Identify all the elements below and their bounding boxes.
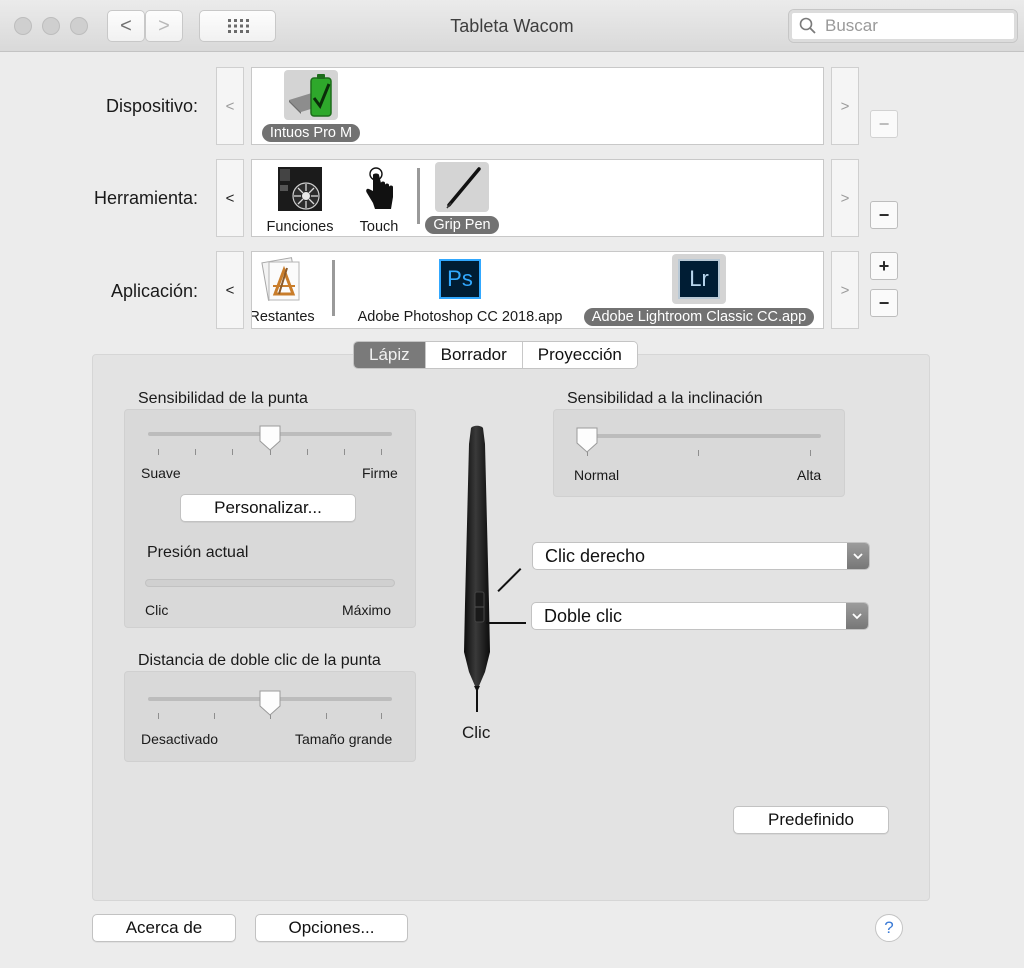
search-input[interactable]: [823, 15, 993, 37]
application-scroll-left-button[interactable]: <: [216, 251, 244, 329]
lower-button-value: Doble clic: [544, 605, 623, 626]
application-scroll-right-button[interactable]: >: [831, 251, 859, 329]
tip-leader: [476, 690, 478, 712]
all-apps-icon: [255, 254, 309, 304]
tool-item-grip-pen[interactable]: Grip Pen: [422, 162, 502, 234]
tilt-slider-thumb[interactable]: [576, 427, 598, 453]
grip-pen-illustration: [464, 425, 490, 692]
tab-borrador[interactable]: Borrador: [424, 342, 522, 368]
tool-item-label: Grip Pen: [425, 216, 499, 234]
pressure-min-label: Clic: [145, 602, 169, 618]
tilt-max-label: Alta: [797, 467, 822, 483]
remove-device-button[interactable]: −: [870, 110, 898, 138]
customize-button[interactable]: Personalizar...: [180, 494, 356, 522]
tool-item-label: Touch: [359, 219, 399, 235]
minus-icon: −: [878, 204, 890, 225]
application-item-label: Adobe Photoshop CC 2018.app: [357, 309, 563, 325]
tablet-battery-icon: [284, 70, 338, 120]
tip-feel-max-label: Firme: [362, 465, 398, 481]
tool-scroll-left-button[interactable]: <: [216, 159, 244, 237]
about-button[interactable]: Acerca de: [92, 914, 236, 942]
list-divider: [332, 260, 335, 316]
remove-tool-button[interactable]: −: [870, 201, 898, 229]
search-icon: [799, 17, 816, 34]
tilt-title: Sensibilidad a la inclinación: [567, 390, 763, 407]
application-list: Restantes Ps Adobe Photoshop CC 2018.app…: [251, 251, 824, 329]
chevron-right-icon: >: [840, 281, 850, 299]
tilt-min-label: Normal: [574, 467, 620, 483]
functions-icon: [273, 164, 327, 214]
remove-application-button[interactable]: −: [870, 289, 898, 317]
plus-icon: +: [878, 255, 890, 276]
default-button[interactable]: Predefinido: [733, 806, 889, 834]
tool-scroll-right-button[interactable]: >: [831, 159, 859, 237]
application-item-photoshop[interactable]: Ps Adobe Photoshop CC 2018.app: [340, 254, 580, 326]
minus-icon: −: [878, 292, 890, 313]
options-button[interactable]: Opciones...: [255, 914, 408, 942]
double-click-slider-thumb[interactable]: [259, 690, 281, 716]
application-item-label: Adobe Lightroom Classic CC.app: [583, 308, 815, 326]
lower-button-dropdown[interactable]: Doble clic: [531, 602, 869, 630]
device-label: Dispositivo:: [105, 96, 198, 116]
help-button[interactable]: ?: [875, 914, 903, 942]
device-item-label: Intuos Pro M: [261, 124, 361, 142]
photoshop-icon: Ps: [433, 254, 487, 304]
tool-list: Funciones Touch Grip Pen: [251, 159, 824, 237]
tab-bar: Lápiz Borrador Proyección: [353, 341, 638, 369]
add-application-button[interactable]: +: [870, 252, 898, 280]
lightroom-icon: Lr: [672, 254, 726, 304]
upper-button-value: Clic derecho: [545, 545, 646, 566]
tab-lapiz[interactable]: Lápiz: [354, 342, 425, 368]
tool-item-funciones[interactable]: Funciones: [260, 164, 340, 236]
pen-icon: [435, 162, 489, 212]
application-label: Aplicación:: [110, 281, 198, 301]
question-mark-icon: ?: [884, 918, 894, 937]
title-bar: < > Tableta Wacom: [0, 0, 1024, 52]
upper-button-dropdown[interactable]: Clic derecho: [532, 542, 870, 570]
device-item-intuos-pro-m[interactable]: Intuos Pro M: [256, 70, 366, 142]
list-divider: [417, 168, 420, 224]
chevron-left-icon: <: [225, 281, 235, 299]
tilt-group: [553, 409, 845, 497]
tip-label: Clic: [462, 723, 491, 742]
touch-hand-icon: [352, 164, 406, 214]
chevron-right-icon: >: [840, 189, 850, 207]
chevron-down-icon: [847, 543, 869, 569]
tool-item-label: Funciones: [266, 219, 334, 235]
tip-feel-title: Sensibilidad de la punta: [138, 390, 308, 407]
lower-button-leader: [486, 622, 526, 624]
tool-item-touch[interactable]: Touch: [348, 164, 410, 236]
tip-feel-min-label: Suave: [141, 465, 181, 481]
double-click-min-label: Desactivado: [141, 731, 219, 747]
double-click-max-label: Tamaño grande: [295, 731, 393, 747]
tab-proyeccion[interactable]: Proyección: [521, 342, 637, 368]
chevron-down-icon: [846, 603, 868, 629]
device-list: Intuos Pro M: [251, 67, 824, 145]
tilt-slider-track[interactable]: [577, 434, 821, 438]
minus-icon: −: [878, 113, 890, 134]
search-field[interactable]: [788, 9, 1018, 43]
current-pressure-title: Presión actual: [147, 544, 249, 561]
application-item-restantes[interactable]: Restantes: [251, 254, 328, 326]
application-item-label: Restantes: [251, 309, 315, 325]
chevron-right-icon: >: [840, 97, 850, 115]
double-click-title: Distancia de doble clic de la punta: [138, 652, 381, 669]
chevron-left-icon: <: [225, 189, 235, 207]
device-scroll-right-button[interactable]: >: [831, 67, 859, 145]
application-item-lightroom[interactable]: Lr Adobe Lightroom Classic CC.app: [574, 254, 823, 326]
tip-feel-slider-thumb[interactable]: [259, 425, 281, 451]
chevron-left-icon: <: [225, 97, 235, 115]
tool-label: Herramienta:: [93, 188, 198, 208]
device-scroll-left-button[interactable]: <: [216, 67, 244, 145]
pressure-max-label: Máximo: [342, 602, 392, 618]
current-pressure-bar: [145, 579, 395, 587]
